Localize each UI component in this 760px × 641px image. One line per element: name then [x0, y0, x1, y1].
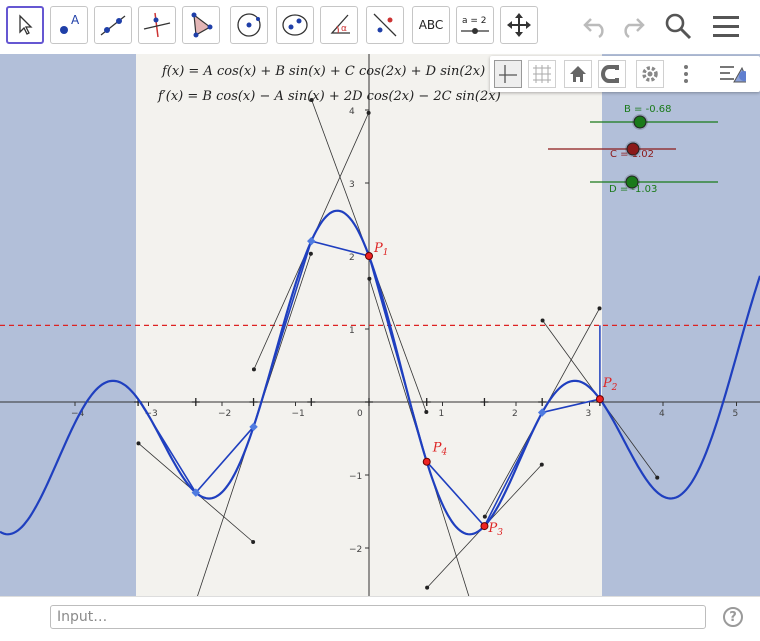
algebra-input-field[interactable]: Input… — [50, 605, 706, 629]
point-P3[interactable] — [480, 522, 489, 531]
y-axis-tick-label: 1 — [349, 326, 355, 336]
home-icon — [570, 66, 586, 82]
polygon-tool[interactable] — [182, 6, 220, 44]
y-axis-tick-label: 2 — [349, 253, 355, 263]
axes-toggle-button[interactable] — [494, 60, 522, 88]
point-P1[interactable] — [365, 252, 373, 260]
graph-canvas[interactable]: −4 −3 −2 −1 0 1 2 3 4 5−2−11234P1P2P3P4f(x) = A c… — [0, 54, 760, 596]
tangent-endpoint — [425, 585, 430, 590]
tangent-endpoint — [367, 276, 372, 281]
x-axis-tick-label: 4 — [659, 409, 665, 419]
tangent-endpoint — [540, 318, 545, 323]
toggle-style-bar-icon — [720, 66, 746, 83]
move-graphics-view-tool[interactable] — [500, 6, 538, 44]
point-P2[interactable] — [595, 395, 604, 404]
slider-D-label: D = -1.03 — [609, 184, 657, 195]
graphics-view[interactable]: −4 −3 −2 −1 0 1 2 3 4 5 −2 −1 1 2 3 4 P1 P2 P3 P4 f(x) = A c… — [0, 54, 760, 596]
angle-icon: α — [330, 14, 350, 34]
y-axis-tick-label: 4 — [349, 107, 355, 117]
tangent-endpoint — [308, 251, 313, 256]
slider-B-label: B = -0.68 — [624, 104, 671, 115]
tangent-endpoint — [482, 514, 487, 519]
toolbar: A α ABC a = 2 — [0, 0, 760, 54]
snap-button[interactable] — [598, 60, 626, 88]
menu-icon — [713, 16, 739, 37]
perpendicular-tool[interactable] — [138, 6, 176, 44]
formula-fprime: f′(x) = B cos(x) − A sin(x) + 2D cos(2x)… — [157, 89, 501, 104]
line-tool[interactable] — [94, 6, 132, 44]
search-icon — [665, 13, 692, 40]
standard-view-button[interactable] — [564, 60, 592, 88]
angle-tool-label: α — [341, 24, 347, 34]
x-axis-tick-label: 1 — [439, 409, 445, 419]
help-icon[interactable]: ? — [723, 607, 743, 627]
move-tool[interactable] — [6, 6, 44, 44]
tangent-endpoint — [597, 306, 602, 311]
ellipse-tool[interactable] — [276, 6, 314, 44]
more-icon — [684, 65, 688, 83]
reflect-about-line-icon — [373, 13, 397, 37]
ellipse-icon — [282, 14, 308, 36]
tangent-endpoint — [366, 110, 371, 115]
toggle-style-bar-button[interactable] — [718, 60, 746, 88]
x-axis-tick-label: 2 — [512, 409, 518, 419]
x-axis-tick-label: −2 — [218, 409, 231, 419]
snap-icon — [601, 65, 619, 83]
slider-C-label: C = 1.02 — [610, 149, 654, 160]
redo-button[interactable] — [614, 8, 650, 44]
point-tool-label: A — [71, 13, 80, 27]
settings-button[interactable] — [636, 60, 664, 88]
tangent-endpoint — [136, 441, 141, 446]
slider-B-knob[interactable] — [633, 115, 647, 129]
point-tool[interactable]: A — [50, 6, 88, 44]
reflect-tool[interactable] — [366, 6, 404, 44]
settings-icon — [642, 66, 658, 82]
circle-tool[interactable] — [230, 6, 268, 44]
tangent-endpoint — [251, 367, 256, 372]
triangle-icon — [191, 12, 213, 38]
y-axis-tick-label: 3 — [349, 180, 355, 190]
main-menu-button[interactable] — [708, 8, 744, 44]
y-axis-tick-label: −1 — [349, 472, 362, 482]
slider-icon: a = 2 — [461, 16, 489, 34]
graphics-style-bar — [490, 56, 760, 92]
cursor-icon — [19, 14, 33, 35]
slider-tool-label: a = 2 — [462, 16, 487, 26]
more-button[interactable] — [672, 60, 700, 88]
search-button[interactable] — [660, 8, 696, 44]
angle-tool[interactable]: α — [320, 6, 358, 44]
grid-icon — [533, 65, 551, 83]
y-axis-tick-label: −2 — [349, 545, 362, 555]
grid-toggle-button[interactable] — [528, 60, 556, 88]
tangent-endpoint — [655, 475, 660, 480]
point-P4[interactable] — [422, 457, 431, 466]
origin-label: 0 — [357, 409, 363, 419]
axes-icon — [499, 65, 517, 83]
circle-icon — [237, 13, 261, 37]
line-icon — [100, 15, 126, 36]
x-axis-tick-label: 3 — [586, 409, 592, 419]
point-icon: A — [60, 13, 80, 34]
undo-icon — [583, 18, 604, 38]
tangent-endpoint — [251, 539, 256, 544]
text-tool[interactable]: ABC — [412, 6, 450, 44]
x-axis-tick-label: 5 — [733, 409, 739, 419]
tangent-endpoint — [424, 410, 429, 415]
perpendicular-line-icon — [143, 12, 171, 38]
slider-tool[interactable]: a = 2 — [456, 6, 494, 44]
tangent-endpoint — [539, 462, 544, 467]
undo-button[interactable] — [578, 8, 614, 44]
x-axis-tick-label: −1 — [292, 409, 305, 419]
formula-f: f(x) = A cos(x) + B sin(x) + C cos(2x) +… — [161, 64, 485, 79]
redo-icon — [624, 18, 645, 38]
move-arrows-icon — [507, 13, 531, 37]
input-bar: Input… ? — [0, 596, 760, 641]
text-tool-label: ABC — [418, 18, 444, 32]
